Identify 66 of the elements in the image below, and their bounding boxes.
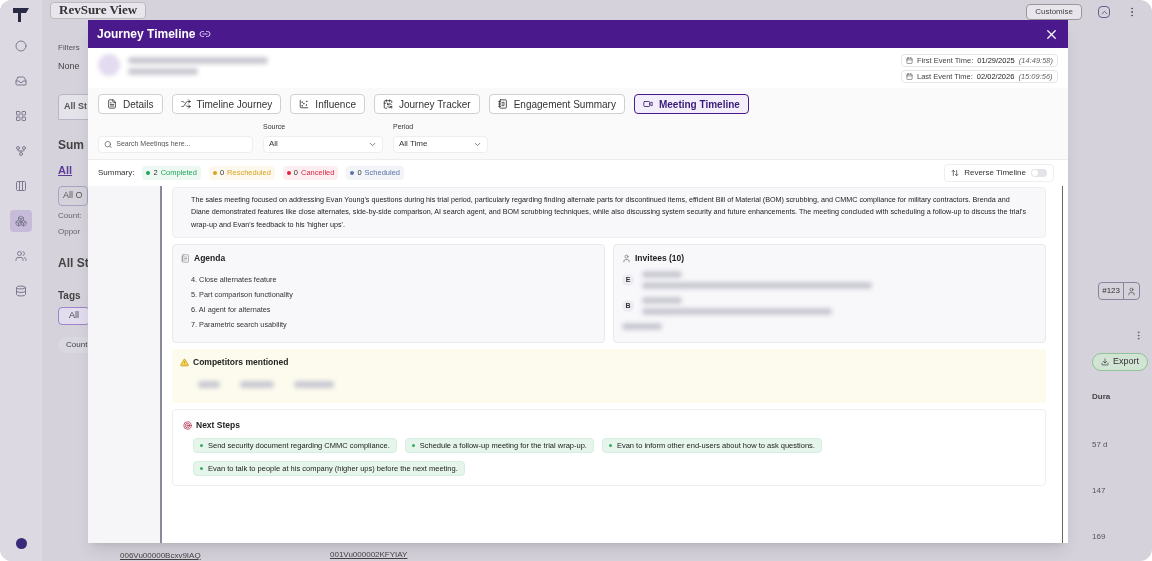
warning-icon (180, 357, 189, 367)
summary-label: Summary: (98, 166, 135, 179)
tab-icon (642, 99, 653, 109)
collapse-icon[interactable] (1098, 6, 1110, 18)
record-link[interactable]: 006Vu00000Bcxv9IAQ (120, 551, 201, 560)
tab-icon (180, 99, 191, 109)
logo-icon (13, 8, 29, 22)
tab[interactable]: Influence (290, 94, 365, 114)
sort-arrows-icon (951, 168, 960, 177)
redacted-text (198, 380, 220, 388)
download-icon (1101, 358, 1109, 366)
filters-label: Filters (58, 42, 80, 54)
table-cell: 147 (1092, 485, 1106, 497)
redacted-text (128, 68, 198, 75)
background-label: Tags (58, 289, 81, 303)
tab[interactable]: Meeting Timeline (633, 94, 749, 114)
background-chip: All O (58, 186, 88, 206)
invitees-title: Invitees (10) (635, 252, 685, 265)
tab[interactable]: Journey Tracker (373, 94, 480, 114)
person-icon (622, 253, 631, 263)
user-avatar-icon[interactable] (15, 538, 27, 549)
tab[interactable]: Engagement Summary (488, 94, 625, 114)
agenda-title: Agenda (194, 252, 226, 265)
next-steps-title: Next Steps (196, 419, 240, 432)
tab-icon (299, 99, 310, 109)
tab-icon (382, 99, 393, 109)
toggle-switch[interactable] (1031, 168, 1047, 177)
calendar-icon (906, 57, 913, 64)
background-link[interactable]: All (58, 161, 73, 178)
table-cell: 57 d (1092, 439, 1108, 451)
tab-icon (497, 99, 508, 109)
customise-button[interactable]: Customise (1026, 4, 1082, 20)
sidebar-icon[interactable] (10, 210, 32, 232)
calendar-icon (906, 73, 913, 80)
notepad-icon (181, 253, 190, 263)
tab[interactable]: Timeline Journey (171, 94, 282, 114)
redacted-text (642, 270, 682, 278)
column-header: Dura (1092, 391, 1111, 403)
avatar-icon (98, 54, 120, 76)
number-view-option[interactable]: #123 (1099, 283, 1124, 299)
redacted-text (240, 380, 274, 388)
filters-value: None (58, 60, 80, 73)
export-button[interactable]: Export (1092, 353, 1148, 371)
competitors-title: Competitors mentioned (193, 356, 289, 369)
target-icon (183, 420, 192, 430)
background-small: Oppor (58, 226, 81, 238)
view-title: RevSure View (50, 1, 147, 19)
tab-icon (107, 99, 117, 109)
background-tag[interactable]: All (58, 307, 90, 325)
tab[interactable]: Details (98, 94, 163, 114)
dialog-title: Journey Timeline (97, 26, 196, 43)
background-heading: Sum (58, 136, 84, 154)
dropdown[interactable]: All Time (393, 135, 488, 153)
reverse-timeline-control[interactable]: Reverse Timeline (944, 163, 1054, 182)
search-icon (104, 139, 113, 149)
redacted-text (622, 322, 662, 330)
background-small: Count: (58, 210, 82, 222)
redacted-text (294, 380, 334, 388)
view-toggle[interactable]: #123 (1098, 282, 1140, 300)
background-heading: All St (58, 255, 89, 272)
redacted-text (642, 296, 682, 304)
link-icon (199, 28, 212, 40)
record-link[interactable]: 001Vu000002KFYIAY (330, 550, 408, 559)
dropdown[interactable]: All (263, 135, 383, 153)
table-cell: 169 (1092, 531, 1106, 543)
person-icon (1127, 286, 1136, 296)
